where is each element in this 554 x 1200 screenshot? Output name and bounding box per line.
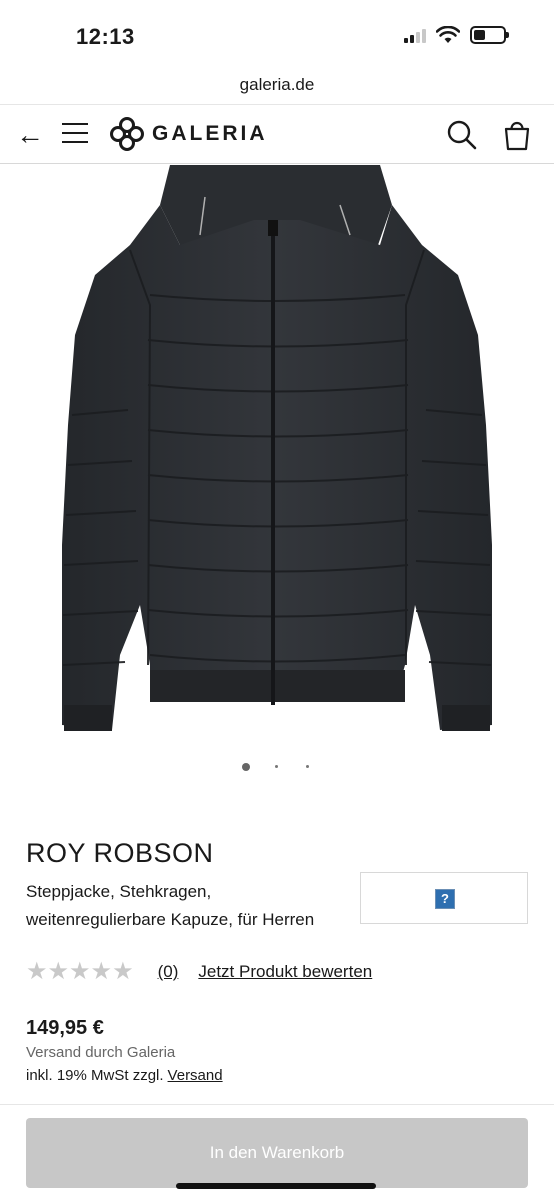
browser-url[interactable]: galeria.de	[0, 70, 554, 104]
carousel-dot-active[interactable]	[242, 763, 250, 771]
site-logo[interactable]: GALERIA	[110, 117, 268, 151]
vat-info: inkl. 19% MwSt zzgl. Versand	[26, 1067, 223, 1084]
shipping-info: Versand durch Galeria	[26, 1044, 176, 1061]
rating-count-link[interactable]: (0)	[158, 962, 179, 982]
battery-icon	[470, 26, 509, 44]
product-description: Steppjacke, Stehkragen, weitenregulierba…	[26, 882, 315, 929]
site-header: ← GALERIA	[0, 104, 554, 164]
ad-placeholder: ?	[360, 872, 528, 924]
status-bar: 12:13	[0, 0, 554, 70]
product-brand[interactable]: ROY ROBSON	[26, 838, 214, 869]
rating-stars: ★★★★★	[26, 958, 134, 985]
product-price: 149,95 €	[26, 1017, 104, 1039]
carousel-indicator[interactable]	[0, 762, 554, 774]
product-rating: ★★★★★ (0) Jetzt Produkt bewerten	[26, 960, 372, 984]
logo-text: GALERIA	[152, 122, 268, 145]
rate-product-link[interactable]: Jetzt Produkt bewerten	[198, 962, 372, 982]
home-indicator[interactable]	[176, 1183, 376, 1189]
status-time: 12:13	[76, 24, 135, 49]
carousel-dot[interactable]	[306, 765, 309, 768]
vat-text: inkl. 19% MwSt zzgl.	[26, 1067, 164, 1084]
broken-image-icon: ?	[435, 889, 455, 909]
arrow-left-icon[interactable]: ←	[16, 121, 44, 149]
wifi-icon	[436, 26, 460, 43]
product-image[interactable]	[0, 165, 554, 745]
shipping-link[interactable]: Versand	[168, 1067, 223, 1084]
carousel-dot[interactable]	[275, 765, 278, 768]
shopping-bag-icon[interactable]	[503, 119, 531, 151]
galeria-logo-icon	[110, 117, 144, 151]
status-icons	[404, 26, 509, 44]
search-icon[interactable]	[446, 119, 478, 151]
add-to-cart-button[interactable]: In den Warenkorb	[26, 1118, 528, 1188]
cellular-signal-icon	[404, 27, 426, 43]
hamburger-menu-icon[interactable]	[62, 123, 88, 145]
